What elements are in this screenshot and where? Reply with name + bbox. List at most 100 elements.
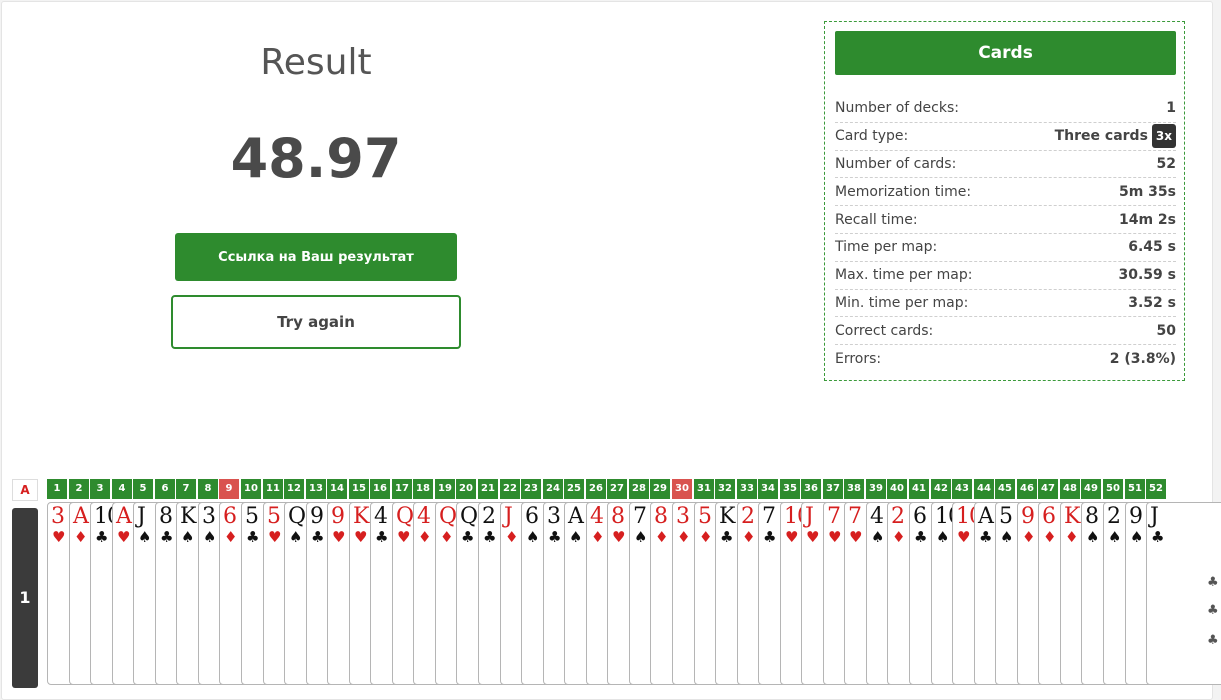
stats-box: Cards Number of decks: 1 Card type: Thre…: [824, 21, 1185, 381]
position-number: 48: [1060, 479, 1080, 499]
position-number: 12: [284, 479, 304, 499]
stats-header: Cards: [835, 31, 1176, 75]
card-rank: 2: [741, 504, 755, 529]
card-suit-icon: ♦: [1022, 528, 1036, 546]
stat-label: Card type:: [835, 128, 909, 145]
stat-value: 5m 35s: [1118, 183, 1176, 200]
position-number: 27: [607, 479, 627, 499]
try-again-button[interactable]: Try again: [171, 295, 461, 349]
card-suit-icon: ♠: [203, 528, 217, 546]
card-suit-icon: ♣: [483, 528, 497, 546]
position-number: 11: [263, 479, 283, 499]
stat-value: 50: [1156, 322, 1176, 339]
stat-value: 6.45 s: [1128, 239, 1176, 256]
card-suit-icon: ♠: [526, 528, 540, 546]
card-suit-icon: ♥: [117, 528, 131, 546]
stat-row-decks: Number of decks: 1: [835, 95, 1176, 123]
card-rank: 2: [891, 504, 905, 529]
card-rank: 3: [676, 504, 690, 529]
position-number: 10: [241, 479, 261, 499]
card-suit-icon: ♠: [569, 528, 583, 546]
card-suit-icon: ♣: [979, 528, 993, 546]
playing-card[interactable]: J ♣ ♣ ♣ ♣: [1146, 502, 1221, 685]
card-suit-icon: ♥: [828, 528, 842, 546]
position-number: 29: [650, 479, 670, 499]
position-number: 39: [866, 479, 886, 499]
position-number: 33: [737, 479, 757, 499]
position-number: 8: [198, 479, 218, 499]
card-suit-icon: ♣: [375, 528, 389, 546]
card-rank: 9: [1021, 504, 1035, 529]
card-suit-icon: ♠: [871, 528, 885, 546]
card-rank: 3: [547, 504, 561, 529]
card-suit-icon: ♣: [1151, 528, 1165, 546]
card-suit-icon: ♦: [677, 528, 691, 546]
card-rank: K: [1064, 504, 1080, 529]
position-number: 50: [1103, 479, 1123, 499]
position-number: 32: [715, 479, 735, 499]
position-number: 19: [435, 479, 455, 499]
position-number: 35: [780, 479, 800, 499]
card-rank: 5: [698, 504, 712, 529]
card-rank: 7: [762, 504, 776, 529]
stat-label: Recall time:: [835, 211, 918, 228]
card-rank: 8: [1085, 504, 1099, 529]
stat-row-errors: Errors: 2 (3.8%): [835, 345, 1176, 373]
card-suit-icon: ♦: [505, 528, 519, 546]
card-rank: 6: [913, 504, 927, 529]
position-number: 51: [1125, 479, 1145, 499]
card-rank: 7: [633, 504, 647, 529]
position-number: 42: [931, 479, 951, 499]
position-number: 45: [995, 479, 1015, 499]
card-rank: 3: [202, 504, 216, 529]
position-number: 34: [758, 479, 778, 499]
card-suit-icon: ♣: [548, 528, 562, 546]
card-rank: Q: [288, 504, 306, 529]
position-number: 13: [306, 479, 326, 499]
card-suit-icon: ♠: [1086, 528, 1100, 546]
card-suit-icon: ♦: [440, 528, 454, 546]
card-rank: A: [73, 504, 89, 529]
card-suit-icon: ♠: [1108, 528, 1122, 546]
card-rank: 6: [1042, 504, 1056, 529]
stat-value: 2 (3.8%): [1109, 351, 1176, 368]
position-number: 14: [327, 479, 347, 499]
stat-value: 30.59 s: [1118, 267, 1177, 284]
card-suit-icon: ♦: [224, 528, 238, 546]
stat-label: Number of decks:: [835, 100, 959, 117]
stat-row-recall-time: Recall time: 14m 2s: [835, 206, 1176, 234]
card-rank: J: [137, 504, 146, 529]
card-rank: 8: [654, 504, 668, 529]
position-number: 17: [392, 479, 412, 499]
stat-value: 3.52 s: [1128, 294, 1176, 311]
position-number: 23: [521, 479, 541, 499]
stat-label: Correct cards:: [835, 322, 934, 339]
card-rank: J: [1150, 504, 1159, 529]
card-suit-icon: ♦: [655, 528, 669, 546]
position-number: 20: [456, 479, 476, 499]
share-result-button[interactable]: Ссылка на Ваш результат: [175, 233, 457, 281]
stat-row-time-per-map: Time per map: 6.45 s: [835, 234, 1176, 262]
card-suit-icon: ♥: [332, 528, 346, 546]
card-rank: 8: [611, 504, 625, 529]
card-rank: 4: [417, 504, 431, 529]
position-number: 15: [349, 479, 369, 499]
card-rank: A: [978, 504, 994, 529]
stat-row-number-of-cards: Number of cards: 52: [835, 151, 1176, 179]
position-number: 37: [823, 479, 843, 499]
card-suit-icon: ♦: [1065, 528, 1079, 546]
stat-value-wrap: Three cards 3x: [1055, 124, 1176, 149]
card-suit-icon: ♦: [591, 528, 605, 546]
stat-row-memorization-time: Memorization time: 5m 35s: [835, 178, 1176, 207]
position-number: 1: [47, 479, 67, 499]
column-group-label: A: [12, 479, 38, 501]
stat-label: Memorization time:: [835, 183, 972, 200]
card-rank: K: [180, 504, 196, 529]
card-rank: 3: [51, 504, 65, 529]
stat-value: 14m 2s: [1118, 211, 1176, 228]
stat-row-correct-cards: Correct cards: 50: [835, 317, 1176, 346]
card-pip-icon: ♣: [1207, 603, 1219, 618]
stat-label: Number of cards:: [835, 155, 957, 172]
position-number: 2: [69, 479, 89, 499]
card-suit-icon: ♣: [160, 528, 174, 546]
